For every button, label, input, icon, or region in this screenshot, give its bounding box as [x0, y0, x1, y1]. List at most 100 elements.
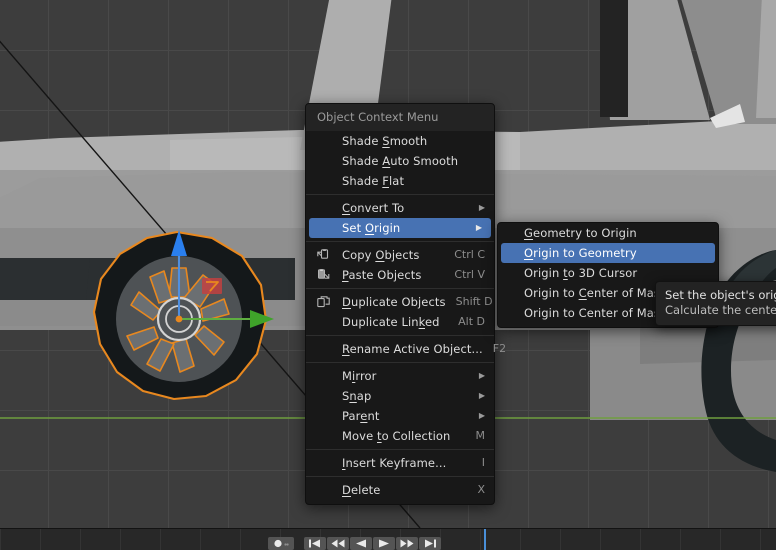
- timeline-tick: [120, 529, 121, 550]
- body-window-dark: [600, 0, 628, 117]
- timeline-playhead[interactable]: [484, 529, 486, 550]
- menu-item-shade-smooth[interactable]: Shade Smooth: [306, 131, 494, 151]
- menu-item-label: Set Origin: [342, 221, 401, 235]
- menu-separator: [306, 335, 494, 336]
- menu-item-label: Snap: [342, 389, 372, 403]
- submenu-arrow-icon: ▶: [478, 411, 485, 420]
- menu-item-insert-keyframe[interactable]: Insert Keyframe... I: [306, 453, 494, 473]
- playback-transport-controls[interactable]: [268, 537, 441, 550]
- previous-keyframe-icon[interactable]: [327, 537, 349, 550]
- menu-item-icon-placeholder: [317, 221, 336, 235]
- timeline-tick: [720, 529, 721, 550]
- menu-item-shortcut: I: [481, 456, 485, 469]
- jump-to-start-icon[interactable]: [304, 537, 326, 550]
- menu-item-label: Paste Objects: [342, 268, 422, 282]
- paste-icon: [317, 268, 336, 282]
- menu-item-icon-placeholder: [317, 201, 336, 215]
- timeline-tick: [600, 529, 601, 550]
- menu-item-duplicate-objects[interactable]: Duplicate Objects Shift D: [306, 292, 494, 312]
- submenu-item-origin-to-3d-cursor[interactable]: Origin to 3D Cursor: [498, 263, 718, 283]
- menu-item-paste-objects[interactable]: Paste Objects Ctrl V: [306, 265, 494, 285]
- menu-item-label: Shade Auto Smooth: [342, 154, 459, 168]
- record-icon[interactable]: [268, 537, 294, 550]
- menu-item-icon-placeholder: [317, 315, 336, 329]
- timeline-tick: [200, 529, 201, 550]
- menu-item-icon-placeholder: [317, 429, 336, 443]
- menu-item-copy-objects[interactable]: Copy Objects Ctrl C: [306, 245, 494, 265]
- submenu-arrow-icon: ▶: [478, 203, 485, 212]
- play-icon[interactable]: [373, 537, 395, 550]
- object-context-menu[interactable]: Object Context Menu Shade Smooth Shade Au…: [305, 103, 506, 505]
- menu-item-label: Convert To: [342, 201, 405, 215]
- submenu-item-label: Geometry to Origin: [524, 226, 637, 240]
- menu-item-set-origin[interactable]: Set Origin ▶: [309, 218, 491, 238]
- gizmo-x-handle: [202, 278, 222, 294]
- submenu-item-label: Origin to Geometry: [524, 246, 637, 260]
- menu-item-icon-placeholder: [317, 483, 336, 497]
- body-left-dark-corner: [0, 258, 90, 300]
- origin-to-geometry-tooltip: Set the object's origin, Calculate the c…: [655, 281, 776, 326]
- menu-item-label: Shade Smooth: [342, 134, 428, 148]
- menu-separator: [306, 476, 494, 477]
- menu-item-move-to-collection[interactable]: Move to Collection M: [306, 426, 494, 446]
- menu-item-icon-placeholder: [317, 134, 336, 148]
- menu-item-label: Parent: [342, 409, 380, 423]
- menu-item-duplicate-linked[interactable]: Duplicate Linked Alt D: [306, 312, 494, 332]
- menu-item-icon-placeholder: [317, 154, 336, 168]
- timeline-tick: [40, 529, 41, 550]
- menu-item-shortcut: Ctrl C: [454, 248, 485, 261]
- timeline-tick: [480, 529, 481, 550]
- menu-item-icon-placeholder: [317, 369, 336, 383]
- menu-item-mirror[interactable]: Mirror ▶: [306, 366, 494, 386]
- timeline-tick: [520, 529, 521, 550]
- jump-to-end-icon[interactable]: [419, 537, 441, 550]
- timeline-tick: [680, 529, 681, 550]
- menu-item-label: Duplicate Linked: [342, 315, 440, 329]
- menu-separator: [306, 288, 494, 289]
- duplicate-icon: [317, 295, 336, 309]
- menu-item-shade-flat[interactable]: Shade Flat: [306, 171, 494, 191]
- menu-item-icon-placeholder: [317, 174, 336, 188]
- copy-icon: [317, 248, 336, 262]
- menu-item-shortcut: Alt D: [458, 315, 485, 328]
- menu-item-shortcut: Shift D: [455, 295, 493, 308]
- submenu-arrow-icon: ▶: [475, 223, 482, 232]
- context-menu-items: Shade Smooth Shade Auto Smooth Shade Flat C…: [306, 131, 506, 500]
- object-origin-dot: [175, 315, 183, 323]
- menu-item-shade-auto-smooth[interactable]: Shade Auto Smooth: [306, 151, 494, 171]
- menu-separator: [306, 241, 494, 242]
- menu-item-label: Copy Objects: [342, 248, 420, 262]
- menu-item-label: Insert Keyframe...: [342, 456, 447, 470]
- submenu-item-origin-to-geometry[interactable]: Origin to Geometry: [501, 243, 715, 263]
- menu-item-icon-placeholder: [317, 342, 336, 356]
- menu-separator: [306, 362, 494, 363]
- tooltip-line-1: Set the object's origin,: [665, 288, 776, 302]
- transport-button-group[interactable]: [304, 537, 441, 550]
- menu-item-label: Rename Active Object...: [342, 342, 483, 356]
- timeline-tick: [240, 529, 241, 550]
- menu-item-label: Shade Flat: [342, 174, 405, 188]
- menu-item-label: Delete: [342, 483, 381, 497]
- blender-window: Object Context Menu Shade Smooth Shade Au…: [0, 0, 776, 550]
- next-keyframe-icon[interactable]: [396, 537, 418, 550]
- menu-item-shortcut: M: [475, 429, 486, 442]
- submenu-item-label: Origin to 3D Cursor: [524, 266, 638, 280]
- play-reverse-icon[interactable]: [350, 537, 372, 550]
- menu-item-label: Mirror: [342, 369, 377, 383]
- submenu-item-geometry-to-origin[interactable]: Geometry to Origin: [498, 223, 718, 243]
- context-menu-title: Object Context Menu: [306, 104, 494, 131]
- timeline-tick: [640, 529, 641, 550]
- timeline-tick: [80, 529, 81, 550]
- menu-item-icon-placeholder: [317, 409, 336, 423]
- menu-item-snap[interactable]: Snap ▶: [306, 386, 494, 406]
- menu-item-parent[interactable]: Parent ▶: [306, 406, 494, 426]
- timeline-tick: [560, 529, 561, 550]
- timeline-tick: [760, 529, 761, 550]
- submenu-arrow-icon: ▶: [478, 371, 485, 380]
- menu-item-delete[interactable]: Delete X: [306, 480, 494, 500]
- menu-item-shortcut: F2: [492, 342, 507, 355]
- menu-item-shortcut: Ctrl V: [454, 268, 485, 281]
- menu-item-convert-to[interactable]: Convert To ▶: [306, 198, 494, 218]
- tooltip-line-2: Calculate the center of: [665, 303, 776, 317]
- menu-item-rename-active-object[interactable]: Rename Active Object... F2: [306, 339, 506, 359]
